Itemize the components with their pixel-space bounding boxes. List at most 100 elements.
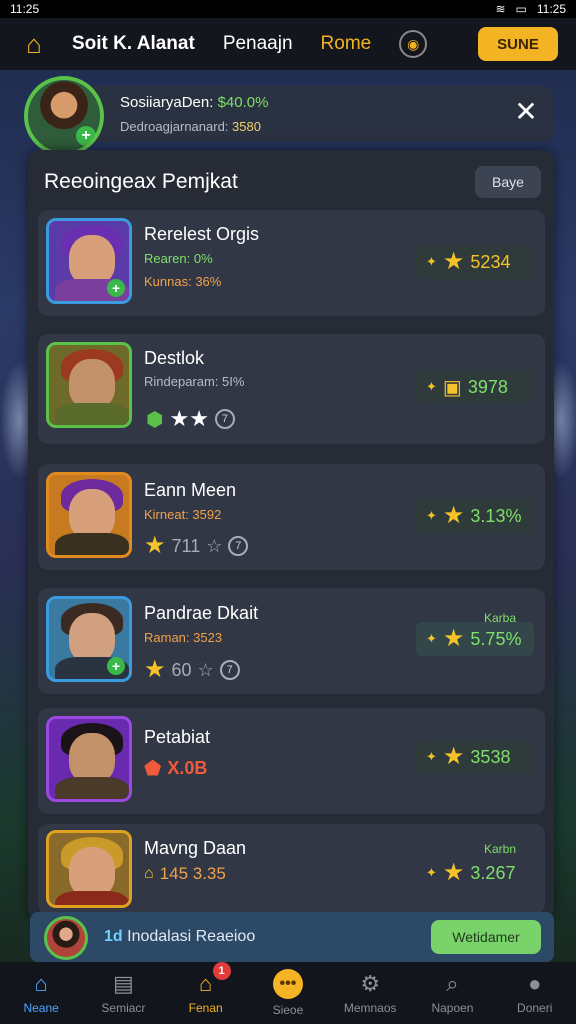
score-value: 3.13% — [470, 505, 522, 526]
score-pill: ✦ ▣ 3978 — [416, 370, 534, 404]
profile-panel — [30, 86, 554, 142]
character-name: Rerelest Orgis — [144, 224, 260, 244]
star-outline-icon: ☆ — [197, 659, 214, 680]
score-value: 3978 — [467, 376, 508, 397]
sparkle-icon: ✦ — [426, 508, 437, 523]
tab-label: Semiacr — [101, 1001, 146, 1015]
star-icon: ★ — [442, 502, 465, 529]
character-name: Pandrae Dkait — [144, 603, 259, 623]
score-pill: ✦ ★ 3.267 — [416, 856, 534, 890]
profile-name-value: $40.0% — [217, 94, 269, 111]
bottom-tab-bar: ⌂ Neane ▤ Semiacr ⌂ Fenan 1 ••• Sieoe ⚙ … — [0, 962, 576, 1024]
rating-value: 145 3.35 — [159, 864, 226, 883]
settings-icon: ⚙ — [360, 971, 381, 996]
tab-profile[interactable]: ● Doneri — [494, 962, 576, 1024]
tab-documents[interactable]: ▤ Semiacr — [82, 962, 164, 1024]
sparkle-icon: ✦ — [426, 865, 437, 880]
page-button[interactable]: Baye — [475, 166, 541, 198]
potion-icon: ⬢ — [146, 408, 164, 431]
score-pill: ✦ ★ 5234 — [416, 245, 534, 279]
profile-sub-label: Dedroagjarnanard: — [120, 119, 229, 134]
ticket-icon: ⌂ — [144, 865, 154, 882]
rating-row: ⬟ X.0B — [144, 756, 207, 781]
camera-icon[interactable]: ◉ — [399, 30, 428, 58]
rating-row: ⬢ ★★ 7 — [146, 406, 235, 432]
character-name: Petabiat — [144, 727, 211, 747]
add-icon[interactable]: + — [76, 126, 96, 146]
home-icon[interactable]: ⌂ — [18, 28, 50, 60]
star-icon: ★ — [144, 656, 166, 683]
notification-badge: 1 — [212, 962, 231, 980]
search-icon: ⌕ — [446, 971, 459, 996]
sparkle-icon: ✦ — [426, 379, 437, 394]
character-portrait: + — [46, 218, 132, 304]
character-name: Mavng Daan — [144, 838, 247, 858]
tag-label: Karbn — [484, 842, 517, 856]
store-button[interactable]: SUNE — [478, 27, 558, 61]
star-icon: ★ — [442, 859, 465, 886]
star-icon: ★★ — [169, 406, 209, 431]
status-time: 11:25 — [10, 2, 40, 16]
tab-label: Sieoe — [272, 1003, 304, 1017]
sparkle-icon: ✦ — [426, 254, 437, 269]
info-icon[interactable]: 7 — [214, 409, 235, 429]
profile-sub-value: 3580 — [232, 119, 261, 134]
sparkle-icon: ✦ — [426, 631, 437, 646]
friend-avatar[interactable] — [44, 916, 88, 960]
character-stat: Raman: 3523 — [144, 630, 223, 645]
invite-message: Inodalasi Reaeioo — [127, 928, 256, 945]
sparkle-icon: ✦ — [426, 749, 437, 764]
profile-avatar[interactable]: + — [24, 76, 104, 156]
tab-chat[interactable]: ••• Sieoe — [247, 962, 329, 1024]
score-value: 3538 — [470, 746, 511, 767]
rating-row: ⌂ 145 3.35 — [144, 864, 226, 884]
score-value: 3.267 — [470, 862, 516, 883]
nav-active-link[interactable]: Rome — [321, 33, 372, 55]
profile-icon: ● — [528, 971, 542, 996]
rating-row: ★ 711 ☆ 7 — [144, 534, 249, 558]
status-time-right: 11:25 — [536, 2, 566, 16]
home-icon: ⌂ — [34, 971, 48, 996]
shield-icon: ⬟ — [144, 758, 162, 780]
battery-icon: ▭ — [515, 2, 527, 16]
character-portrait: + — [46, 596, 132, 682]
tab-search[interactable]: ⌕ Napoen — [411, 962, 493, 1024]
character-portrait — [46, 830, 132, 908]
panel-title: Reeoingeax Pemjkat — [44, 170, 238, 193]
star-icon: ★ — [442, 625, 465, 652]
nav-link[interactable]: Penaajn — [223, 33, 293, 55]
tab-label: Fenan — [188, 1001, 223, 1015]
character-portrait — [46, 342, 132, 428]
character-stat: Rearen: 0% — [144, 251, 213, 266]
character-stat: Kirneat: 3592 — [144, 507, 222, 522]
tab-label: Neane — [23, 1001, 59, 1015]
rating-value: 711 — [171, 535, 201, 556]
wifi-icon: ≋ — [495, 2, 506, 16]
close-icon[interactable]: ✕ — [512, 98, 540, 126]
score-pill: ✦ ★ 3538 — [416, 740, 534, 774]
tab-shop[interactable]: ⌂ Fenan 1 — [165, 962, 247, 1024]
rating-value: 60 — [171, 659, 192, 680]
character-stat: Kunnas: 36% — [144, 274, 222, 289]
rating-value: X.0B — [167, 758, 208, 778]
character-portrait — [46, 472, 132, 558]
nav-title[interactable]: Soit K. Alanat — [72, 33, 195, 55]
info-icon[interactable]: 7 — [228, 536, 249, 556]
invite-highlight: 1d — [104, 928, 123, 945]
info-icon[interactable]: 7 — [219, 660, 240, 680]
character-stat: Rindeparam: 5I% — [144, 374, 245, 389]
profile-name-label: SosiiaryaDen: — [120, 94, 214, 111]
status-bar: 11:25 ≋ ▭ 11:25 — [0, 0, 576, 18]
shop-icon: ⌂ — [199, 971, 213, 996]
document-icon: ▤ — [113, 971, 134, 996]
tab-settings[interactable]: ⚙ Memnaos — [329, 962, 411, 1024]
star-icon: ★ — [442, 248, 465, 275]
score-value: 5.75% — [470, 628, 522, 649]
invite-button[interactable]: Wetidamer — [431, 920, 541, 954]
character-portrait — [46, 716, 132, 802]
tab-home[interactable]: ⌂ Neane — [0, 962, 82, 1024]
character-name: Eann Meen — [144, 480, 237, 500]
add-icon[interactable]: + — [107, 279, 125, 297]
star-outline-icon: ☆ — [206, 535, 223, 556]
add-icon[interactable]: + — [107, 657, 125, 675]
